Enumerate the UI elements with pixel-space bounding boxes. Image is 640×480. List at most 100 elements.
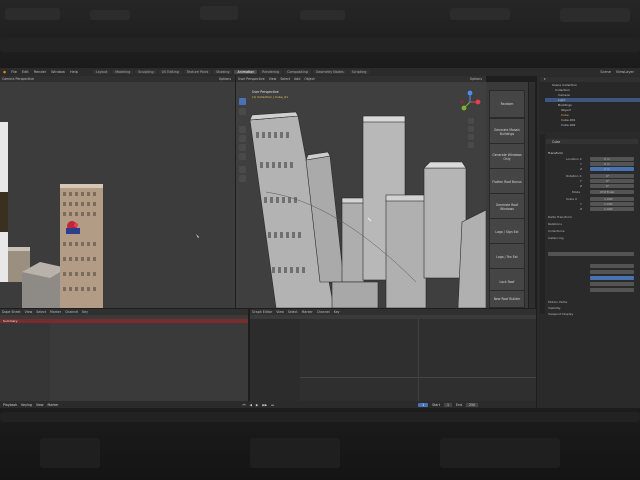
section-instancing[interactable]: Instancing bbox=[548, 236, 564, 240]
section-collections[interactable]: Collections bbox=[548, 229, 564, 233]
random-button[interactable]: Random bbox=[489, 90, 525, 118]
rotation-z-value: 0° bbox=[606, 184, 610, 188]
outliner-item-light[interactable]: Light bbox=[558, 98, 566, 102]
tab-layout[interactable]: Layout bbox=[92, 70, 111, 74]
graph-editor[interactable]: Graph Editor View Select Marker Channel … bbox=[250, 309, 536, 401]
generate-roof-windows-button[interactable]: Generate Roof Windows bbox=[489, 193, 525, 221]
dope-menu-channel[interactable]: Channel bbox=[65, 310, 78, 314]
viewport-options-menu[interactable]: Options bbox=[470, 77, 482, 81]
tab-scripting[interactable]: Scripting bbox=[348, 70, 370, 74]
new-roof-builder-button[interactable]: New Roof Builder bbox=[489, 290, 525, 308]
timeline-view-menu[interactable]: View bbox=[36, 403, 44, 407]
jump-start-icon[interactable]: ⏮ bbox=[243, 403, 246, 407]
flatten-roof-button[interactable]: Flatten Roof Bonus bbox=[489, 168, 525, 196]
location-z-field[interactable] bbox=[590, 167, 634, 171]
dope-menu-select[interactable]: Select bbox=[36, 310, 46, 314]
camera-options-menu[interactable]: Options bbox=[219, 77, 231, 81]
viewport-mode-label[interactable]: User Perspective bbox=[238, 77, 265, 81]
section-delta-transform[interactable]: Delta Transform bbox=[548, 215, 572, 219]
location-y-field[interactable] bbox=[590, 162, 634, 166]
blender-logo-icon[interactable]: ● bbox=[3, 70, 6, 74]
logo-sign-button[interactable]: Logo / Sign Ext bbox=[489, 218, 525, 246]
tab-modeling[interactable]: Modeling bbox=[112, 70, 134, 74]
section-transform[interactable]: Transform bbox=[548, 151, 563, 155]
menu-view[interactable]: View bbox=[269, 77, 277, 81]
tab-animation[interactable]: Animation bbox=[234, 70, 258, 74]
end-frame-field[interactable]: 250 bbox=[466, 402, 479, 407]
current-frame-field[interactable]: 1 bbox=[418, 402, 429, 407]
properties-object-name[interactable]: Cube bbox=[552, 140, 560, 144]
3d-viewport[interactable]: User Perspective View Select Add Object … bbox=[236, 76, 486, 308]
graph-channel-list[interactable] bbox=[250, 319, 300, 401]
menu-render[interactable]: Render bbox=[34, 70, 46, 74]
play-icon[interactable]: ▶ bbox=[256, 403, 258, 407]
timeline-marker-menu[interactable]: Marker bbox=[48, 403, 59, 407]
display-field-c[interactable] bbox=[590, 282, 634, 286]
section-viewport-display[interactable]: Viewport Display bbox=[548, 312, 573, 316]
instancing-dropdown[interactable] bbox=[548, 252, 634, 256]
outliner-item-cube[interactable]: Cube bbox=[561, 113, 569, 117]
graph-menu-view[interactable]: View bbox=[276, 310, 284, 314]
rotation-z-field[interactable] bbox=[590, 184, 634, 188]
section-relations[interactable]: Relations bbox=[548, 222, 562, 226]
graph-curve-area[interactable] bbox=[300, 319, 536, 401]
dope-sheet-mode[interactable]: Dope Sheet bbox=[2, 310, 21, 314]
dope-keyframe-area[interactable] bbox=[50, 323, 248, 401]
outliner-item-cube-001[interactable]: Cube.001 bbox=[561, 118, 575, 122]
logo-tex-button[interactable]: Logo / Tex Ext bbox=[489, 243, 525, 271]
outliner-filter-icon[interactable]: ▾ bbox=[544, 77, 546, 81]
menu-help[interactable]: Help bbox=[70, 70, 78, 74]
sidebar-tab-strip[interactable] bbox=[529, 82, 535, 308]
camera-viewport[interactable]: Camera Perspective Options bbox=[0, 76, 235, 308]
display-field-d[interactable] bbox=[590, 288, 634, 292]
jump-end-icon[interactable]: ⏭ bbox=[271, 403, 274, 407]
menu-select[interactable]: Select bbox=[280, 77, 290, 81]
menu-file[interactable]: File bbox=[11, 70, 17, 74]
section-motion-paths[interactable]: Motion Paths bbox=[548, 300, 567, 304]
graph-menu-marker[interactable]: Marker bbox=[302, 310, 313, 314]
timeline-keying-menu[interactable]: Keying bbox=[21, 403, 32, 407]
display-color-field[interactable] bbox=[590, 276, 634, 280]
display-field-a[interactable] bbox=[590, 264, 634, 268]
rotation-x-field[interactable] bbox=[590, 174, 634, 178]
generate-windows-button[interactable]: Generate Windows Only bbox=[489, 143, 525, 171]
camera-view-mode[interactable]: Camera Perspective bbox=[2, 77, 34, 81]
outliner-item-buildings[interactable]: Buildings bbox=[558, 103, 572, 107]
generate-mosaic-buildings-button[interactable]: Generate Mosaic Buildings bbox=[489, 118, 525, 146]
scene-selector[interactable]: Scene bbox=[600, 70, 611, 74]
graph-menu-select[interactable]: Select bbox=[288, 310, 298, 314]
graph-menu-key[interactable]: Key bbox=[334, 310, 340, 314]
dope-menu-view[interactable]: View bbox=[25, 310, 33, 314]
step-back-icon[interactable]: ◀ bbox=[249, 403, 251, 407]
outliner-item-camera[interactable]: Camera bbox=[558, 93, 570, 97]
graph-menu-channel[interactable]: Channel bbox=[317, 310, 330, 314]
outliner-item-collection[interactable]: Collection bbox=[555, 88, 570, 92]
view-layer-selector[interactable]: ViewLayer bbox=[616, 70, 634, 74]
tab-uv-editing[interactable]: UV Editing bbox=[158, 70, 182, 74]
menu-object[interactable]: Object bbox=[304, 77, 314, 81]
display-field-b[interactable] bbox=[590, 270, 634, 274]
menu-edit[interactable]: Edit bbox=[22, 70, 29, 74]
graph-editor-mode[interactable]: Graph Editor bbox=[252, 310, 272, 314]
tab-rendering[interactable]: Rendering bbox=[259, 70, 283, 74]
menu-add[interactable]: Add bbox=[294, 77, 300, 81]
location-x-field[interactable] bbox=[590, 157, 634, 161]
tab-shading[interactable]: Shading bbox=[213, 70, 233, 74]
tab-sculpting[interactable]: Sculpting bbox=[135, 70, 157, 74]
menu-window[interactable]: Window bbox=[51, 70, 65, 74]
tab-geometry-nodes[interactable]: Geometry Nodes bbox=[312, 70, 347, 74]
properties-tab-strip[interactable] bbox=[540, 134, 545, 314]
step-forward-icon[interactable]: ▶▶ bbox=[262, 403, 267, 407]
outliner-item-cube-002[interactable]: Cube.002 bbox=[561, 123, 575, 127]
outliner-item-object[interactable]: Object bbox=[561, 108, 571, 112]
timeline-playback-menu[interactable]: Playback bbox=[3, 403, 17, 407]
dope-sheet-editor[interactable]: Dope Sheet View Select Marker Channel Ke… bbox=[0, 309, 248, 401]
outliner-item-scene-collection[interactable]: Scene Collection bbox=[552, 83, 577, 87]
section-visibility[interactable]: Visibility bbox=[548, 306, 561, 310]
start-frame-field[interactable]: 1 bbox=[443, 402, 452, 407]
dope-menu-key[interactable]: Key bbox=[82, 310, 88, 314]
dope-menu-marker[interactable]: Marker bbox=[50, 310, 61, 314]
rotation-y-field[interactable] bbox=[590, 179, 634, 183]
tab-texture-paint[interactable]: Texture Paint bbox=[183, 70, 212, 74]
tab-compositing[interactable]: Compositing bbox=[284, 70, 311, 74]
